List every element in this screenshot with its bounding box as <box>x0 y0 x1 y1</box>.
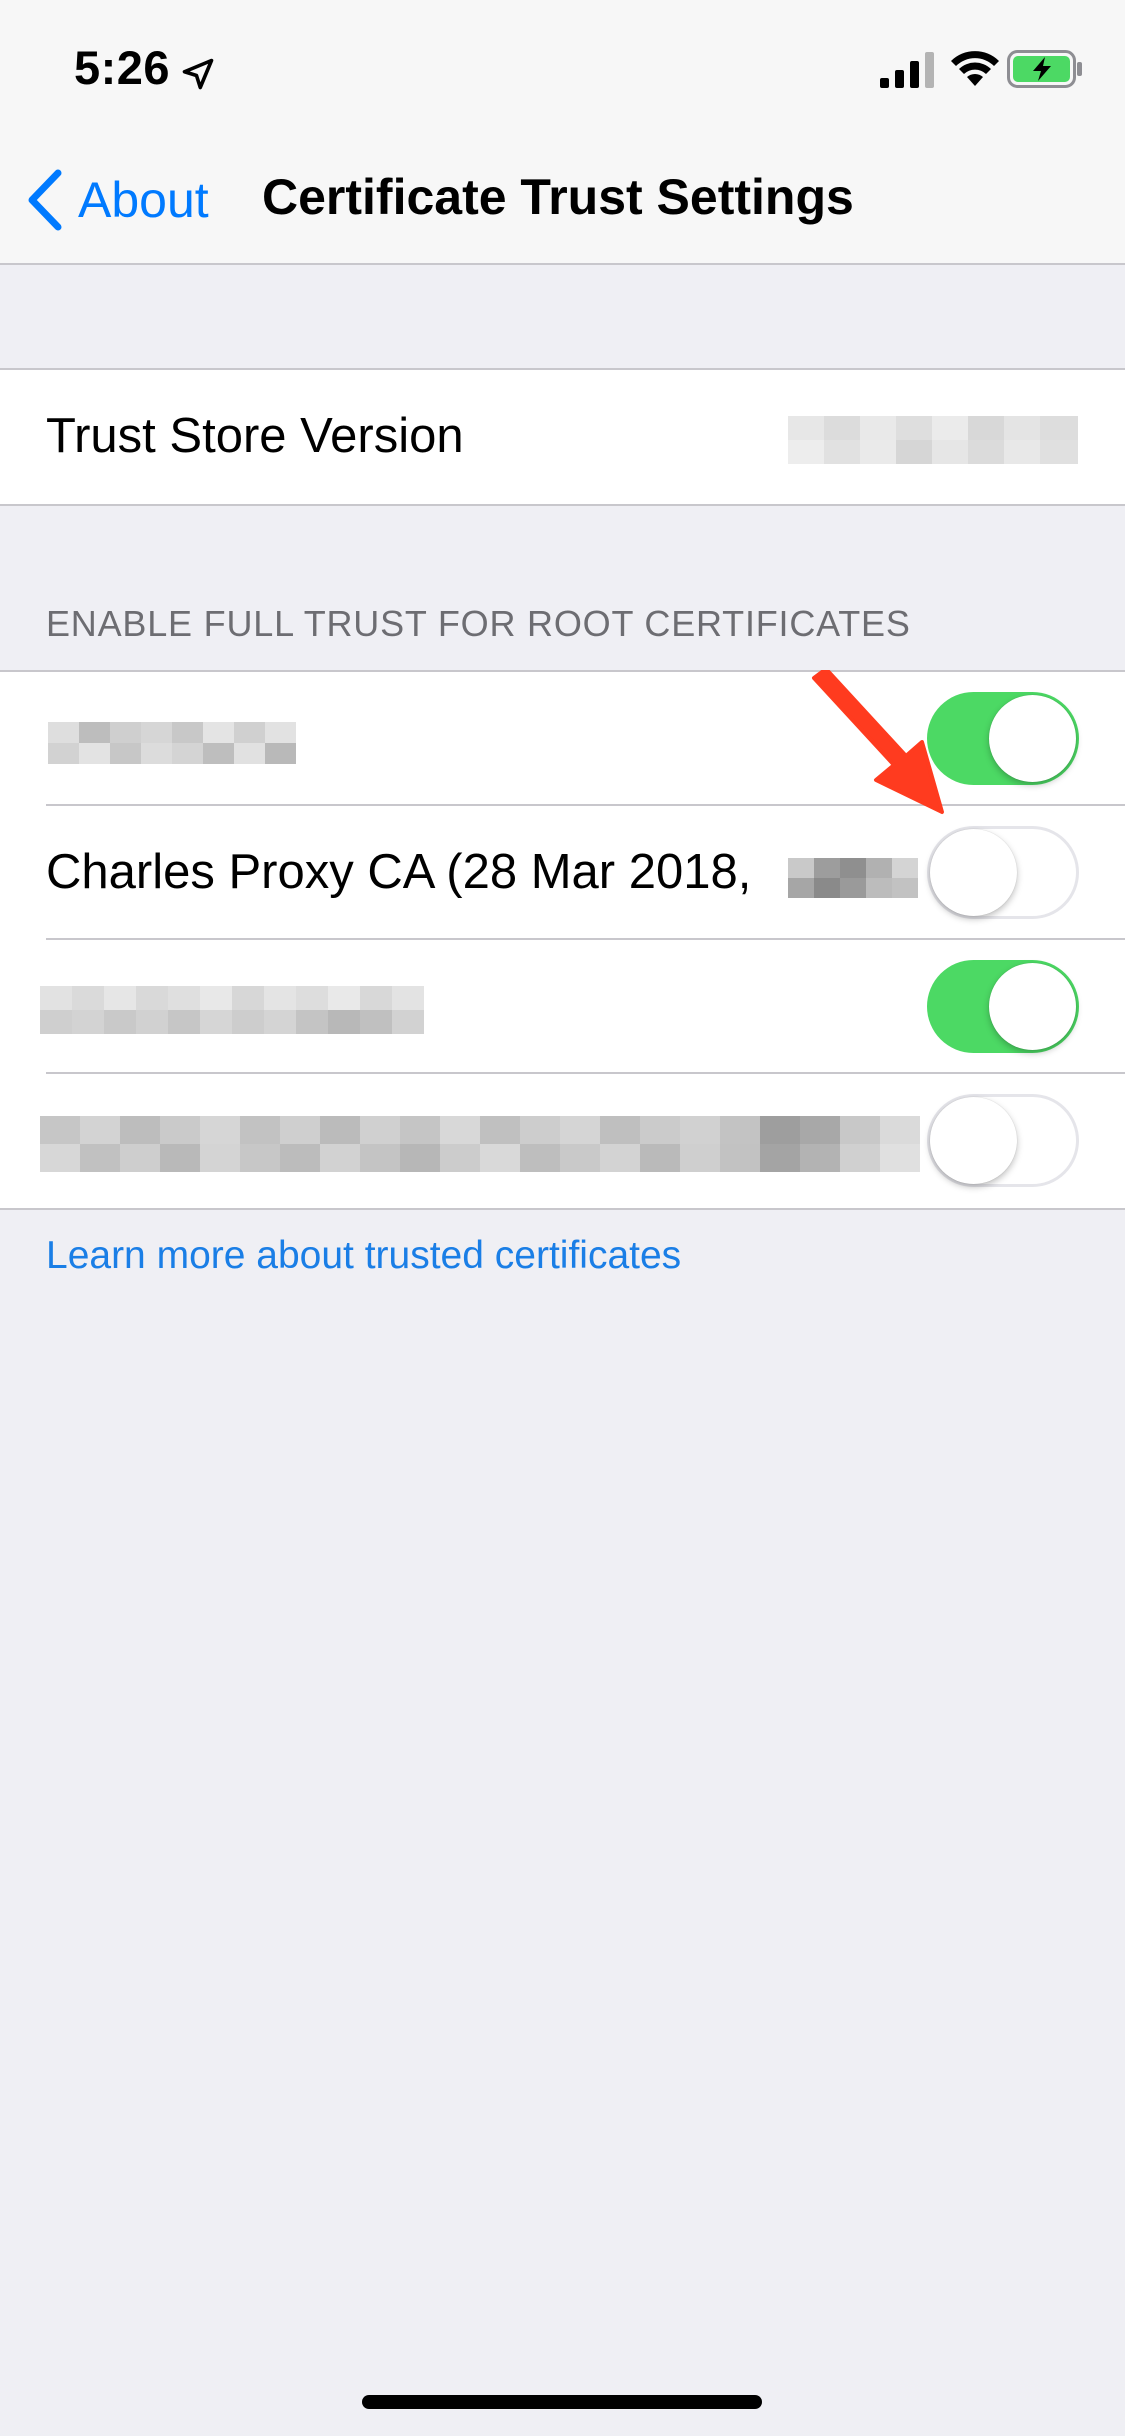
trust-store-group: Trust Store Version <box>0 368 1125 506</box>
page-title: Certificate Trust Settings <box>262 169 854 225</box>
toggle-knob <box>989 963 1076 1050</box>
back-label: About <box>78 172 209 228</box>
certificate-trust-toggle[interactable] <box>927 960 1079 1053</box>
certificates-group: Charles Proxy CA (28 Mar 2018, <box>0 670 1125 1210</box>
back-button[interactable]: About <box>24 165 209 235</box>
redacted-certificate-name <box>48 722 296 764</box>
redacted-certificate-suffix <box>788 858 918 898</box>
cellular-signal-icon <box>880 52 934 88</box>
status-bar: 5:26 <box>0 0 1125 135</box>
toggle-knob <box>930 1097 1017 1184</box>
section-header: ENABLE FULL TRUST FOR ROOT CERTIFICATES <box>46 603 911 644</box>
learn-more-link[interactable]: Learn more about trusted certificates <box>46 1234 681 1278</box>
trust-store-cell: Trust Store Version <box>0 370 1125 504</box>
redacted-certificate-name <box>40 986 424 1034</box>
location-arrow-icon <box>182 58 214 90</box>
status-time: 5:26 <box>74 41 171 94</box>
certificate-row <box>0 672 1125 806</box>
redacted-version-value <box>788 416 1078 464</box>
certificate-row-charles-proxy: Charles Proxy CA (28 Mar 2018, <box>0 806 1125 940</box>
navigation-bar: About Certificate Trust Settings <box>0 135 1125 265</box>
annotation-arrow-icon <box>812 670 944 814</box>
trust-store-label: Trust Store Version <box>46 409 464 463</box>
certificate-trust-toggle[interactable] <box>927 1094 1079 1187</box>
certificate-row <box>0 1074 1125 1208</box>
screen: 5:26 About Certificate Trust Settings Tr… <box>0 0 1125 2436</box>
home-indicator[interactable] <box>362 2395 762 2409</box>
certificate-row <box>0 940 1125 1074</box>
charles-proxy-trust-toggle[interactable] <box>927 826 1079 919</box>
chevron-left-icon <box>28 169 62 231</box>
battery-charging-icon <box>1007 50 1082 88</box>
toggle-knob <box>989 695 1076 782</box>
certificate-label: Charles Proxy CA (28 Mar 2018, <box>46 845 752 899</box>
toggle-knob <box>930 829 1017 916</box>
wifi-icon <box>951 51 999 86</box>
redacted-certificate-name <box>40 1116 920 1172</box>
